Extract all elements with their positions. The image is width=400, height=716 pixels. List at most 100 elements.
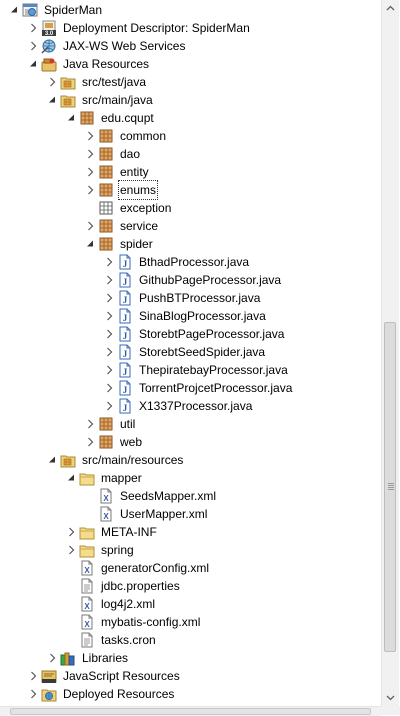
tree-item[interactable]: Deployed Resources	[0, 685, 381, 703]
tree-item[interactable]: J X1337Processor.java	[0, 397, 381, 415]
project-explorer-tree[interactable]: SpiderMan 3.0 Deployment Descriptor: Spide…	[0, 0, 381, 706]
expand-icon[interactable]	[105, 343, 114, 361]
vertical-scrollbar[interactable]	[381, 0, 399, 706]
tree-item[interactable]: mapper	[0, 469, 381, 487]
tree-item[interactable]: enums	[0, 180, 381, 200]
folder-icon	[79, 524, 95, 540]
tree-item[interactable]: SpiderMan	[0, 1, 381, 19]
expand-icon[interactable]	[105, 253, 114, 271]
scroll-down-button[interactable]	[382, 689, 399, 706]
tree-item[interactable]: spring	[0, 541, 381, 559]
tree-item[interactable]: X SeedsMapper.xml	[0, 487, 381, 505]
expand-icon[interactable]	[86, 433, 95, 451]
tree-item[interactable]: service	[0, 217, 381, 235]
scroll-thumb[interactable]	[384, 322, 396, 652]
tree-item-label: src/test/java	[82, 75, 147, 89]
tree-item[interactable]: entity	[0, 163, 381, 181]
collapse-icon[interactable]	[48, 91, 57, 109]
expand-icon[interactable]	[86, 127, 95, 145]
collapse-icon[interactable]	[10, 1, 19, 19]
tree-item[interactable]: edu.cqupt	[0, 109, 381, 127]
tree-item-label: Java Resources	[63, 57, 150, 71]
tree-item[interactable]: Libraries	[0, 649, 381, 667]
tree-item[interactable]: META-INF	[0, 523, 381, 541]
tree-item[interactable]: exception	[0, 199, 381, 217]
tree-item[interactable]: J ThepiratebayProcessor.java	[0, 361, 381, 379]
expand-icon[interactable]	[29, 685, 38, 703]
tree-item[interactable]: src/test/java	[0, 73, 381, 91]
tree-item[interactable]: J StorebtPageProcessor.java	[0, 325, 381, 343]
svg-text:J: J	[123, 349, 128, 359]
svg-text:X: X	[84, 602, 90, 611]
package-icon	[98, 146, 114, 162]
expand-icon[interactable]	[86, 415, 95, 433]
tree-item-label: tasks.cron	[101, 633, 156, 647]
tree-item[interactable]: Xmybatis-config.xml	[0, 613, 381, 631]
tree-item[interactable]: J TorrentProjcetProcessor.java	[0, 379, 381, 397]
package-icon	[98, 218, 114, 234]
tree-item[interactable]: src/main/resources	[0, 451, 381, 469]
expand-icon[interactable]	[105, 289, 114, 307]
expand-icon[interactable]	[86, 145, 95, 163]
deployed-resources-icon	[41, 686, 57, 702]
tree-item[interactable]: web	[0, 433, 381, 451]
collapse-icon[interactable]	[67, 109, 76, 127]
horizontal-scroll-thumb[interactable]	[10, 708, 371, 715]
svg-text:J: J	[123, 367, 128, 377]
tree-item[interactable]: 3.0 Deployment Descriptor: SpiderMan	[0, 19, 381, 37]
tree-item[interactable]: tasks.cron	[0, 631, 381, 649]
tree-item[interactable]: JavaScript Resources	[0, 667, 381, 685]
xml-file-icon: X	[79, 560, 95, 576]
expand-icon[interactable]	[29, 667, 38, 685]
web-services-icon	[41, 38, 57, 54]
tree-item[interactable]: J PushBTProcessor.java	[0, 289, 381, 307]
tree-item-label: mapper	[101, 471, 142, 485]
tree-item[interactable]: X UserMapper.xml	[0, 505, 381, 523]
expand-icon[interactable]	[105, 397, 114, 415]
expand-icon[interactable]	[105, 271, 114, 289]
expand-icon[interactable]	[48, 649, 57, 667]
expand-icon[interactable]	[86, 163, 95, 181]
tree-item[interactable]: common	[0, 127, 381, 145]
scroll-up-button[interactable]	[382, 0, 399, 17]
expand-icon[interactable]	[105, 325, 114, 343]
expand-icon[interactable]	[48, 73, 57, 91]
tree-item-label: X1337Processor.java	[139, 399, 253, 413]
tree-item-label: util	[120, 417, 136, 431]
svg-text:J: J	[123, 313, 128, 323]
tree-item[interactable]: J StorebtSeedSpider.java	[0, 343, 381, 361]
svg-text:J: J	[123, 403, 128, 413]
source-folder-icon	[60, 74, 76, 90]
expand-icon[interactable]	[29, 37, 38, 55]
expand-icon[interactable]	[67, 541, 76, 559]
expand-icon[interactable]	[105, 307, 114, 325]
tree-item-label: entity	[120, 165, 149, 179]
tree-item[interactable]: spider	[0, 235, 381, 253]
expand-icon[interactable]	[86, 217, 95, 235]
tree-item[interactable]: Java Resources	[0, 55, 381, 73]
collapse-icon[interactable]	[48, 451, 57, 469]
tree-item[interactable]: J BthadProcessor.java	[0, 253, 381, 271]
tree-item-label: src/main/java	[82, 93, 153, 107]
expand-icon[interactable]	[105, 379, 114, 397]
tree-item-label: mybatis-config.xml	[101, 615, 201, 629]
tree-item-label: exception	[120, 201, 172, 215]
collapse-icon[interactable]	[67, 469, 76, 487]
tree-item[interactable]: dao	[0, 145, 381, 163]
tree-item-label: enums	[117, 180, 159, 200]
tree-item[interactable]: src/main/java	[0, 91, 381, 109]
expand-icon[interactable]	[67, 523, 76, 541]
expand-icon[interactable]	[29, 19, 38, 37]
tree-item[interactable]: J GithubPageProcessor.java	[0, 271, 381, 289]
tree-item[interactable]: XgeneratorConfig.xml	[0, 559, 381, 577]
tree-item[interactable]: util	[0, 415, 381, 433]
collapse-icon[interactable]	[29, 55, 38, 73]
tree-item[interactable]: JAX-WS Web Services	[0, 37, 381, 55]
expand-icon[interactable]	[86, 181, 95, 199]
collapse-icon[interactable]	[86, 235, 95, 253]
tree-item[interactable]: Xlog4j2.xml	[0, 595, 381, 613]
tree-item[interactable]: J SinaBlogProcessor.java	[0, 307, 381, 325]
expand-icon[interactable]	[105, 361, 114, 379]
tree-item-label: SeedsMapper.xml	[120, 489, 217, 503]
tree-item[interactable]: jdbc.properties	[0, 577, 381, 595]
